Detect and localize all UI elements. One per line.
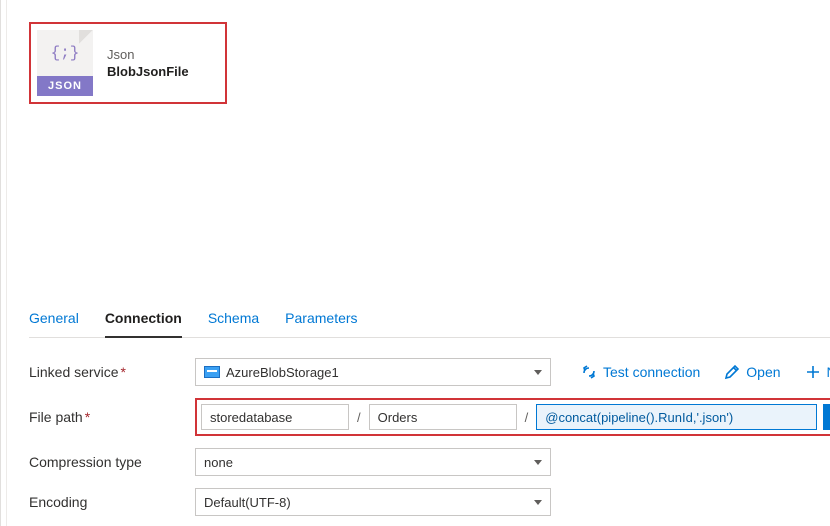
chevron-down-icon	[534, 500, 542, 505]
open-button[interactable]: Open	[724, 364, 780, 380]
storage-icon	[204, 366, 220, 378]
encoding-label: Encoding	[29, 494, 195, 510]
json-file-icon: {;} JSON	[37, 30, 93, 96]
tab-parameters[interactable]: Parameters	[285, 302, 357, 337]
delete-button[interactable]	[823, 404, 830, 430]
pencil-icon	[724, 364, 740, 380]
dataset-text: Json BlobJsonFile	[107, 47, 189, 79]
tab-connection[interactable]: Connection	[105, 302, 182, 338]
chevron-down-icon	[534, 460, 542, 465]
tabs-bar: General Connection Schema Parameters	[29, 302, 830, 338]
test-connection-icon	[581, 364, 597, 380]
left-rail	[0, 0, 1, 526]
encoding-dropdown[interactable]: Default(UTF-8)	[195, 488, 551, 516]
dataset-card[interactable]: {;} JSON Json BlobJsonFile	[29, 22, 227, 104]
dataset-type: Json	[107, 47, 189, 62]
tab-general[interactable]: General	[29, 302, 79, 337]
path-separator: /	[355, 410, 363, 425]
compression-label: Compression type	[29, 454, 195, 470]
connection-form: Linked service* AzureBlobStorage1 Test	[29, 338, 830, 526]
file-path-group: / /	[195, 398, 830, 436]
container-input[interactable]	[201, 404, 349, 430]
file-expression-input[interactable]	[536, 404, 816, 430]
directory-input[interactable]	[369, 404, 517, 430]
compression-dropdown[interactable]: none	[195, 448, 551, 476]
linked-service-dropdown[interactable]: AzureBlobStorage1	[195, 358, 551, 386]
encoding-value: Default(UTF-8)	[204, 495, 291, 510]
tab-schema[interactable]: Schema	[208, 302, 259, 337]
path-separator: /	[523, 410, 531, 425]
linked-service-value: AzureBlobStorage1	[226, 365, 339, 380]
plus-icon	[805, 364, 821, 380]
new-button[interactable]: New	[805, 364, 830, 380]
linked-service-label: Linked service*	[29, 364, 195, 380]
chevron-down-icon	[534, 370, 542, 375]
test-connection-button[interactable]: Test connection	[581, 364, 700, 380]
dataset-name: BlobJsonFile	[107, 64, 189, 79]
file-path-label: File path*	[29, 409, 195, 425]
compression-value: none	[204, 455, 233, 470]
